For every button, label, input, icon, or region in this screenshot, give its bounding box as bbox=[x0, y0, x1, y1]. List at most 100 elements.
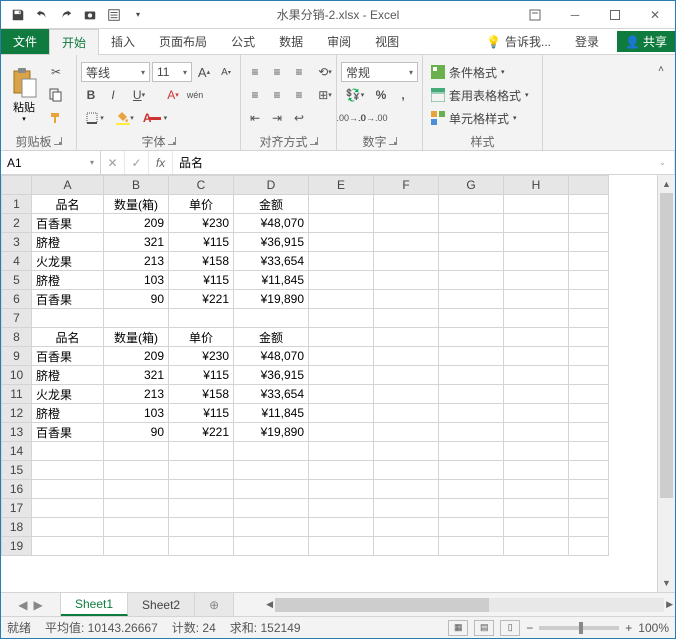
cell[interactable]: ¥36,915 bbox=[234, 366, 309, 385]
cut-icon[interactable]: ✂ bbox=[46, 62, 66, 82]
cell[interactable]: 脐橙 bbox=[32, 366, 104, 385]
cell[interactable] bbox=[104, 480, 169, 499]
fill-color-icon[interactable]: ▾ bbox=[111, 108, 139, 128]
cell[interactable]: 103 bbox=[104, 271, 169, 290]
cell[interactable]: 金额 bbox=[234, 195, 309, 214]
row-header[interactable]: 8 bbox=[2, 328, 32, 347]
cell[interactable] bbox=[504, 461, 569, 480]
align-dialog-icon[interactable] bbox=[310, 137, 318, 145]
tab-data[interactable]: 数据 bbox=[267, 29, 315, 54]
cell[interactable] bbox=[439, 347, 504, 366]
cell[interactable]: 金额 bbox=[234, 328, 309, 347]
cell[interactable] bbox=[439, 309, 504, 328]
cell[interactable] bbox=[374, 214, 439, 233]
tab-formulas[interactable]: 公式 bbox=[219, 29, 267, 54]
cell[interactable] bbox=[169, 461, 234, 480]
cell[interactable]: ¥115 bbox=[169, 366, 234, 385]
cell[interactable]: ¥11,845 bbox=[234, 271, 309, 290]
cell[interactable] bbox=[569, 404, 609, 423]
cell[interactable] bbox=[309, 290, 374, 309]
cell[interactable] bbox=[504, 309, 569, 328]
col-header[interactable]: D bbox=[234, 176, 309, 195]
add-sheet-button[interactable]: ⊕ bbox=[195, 593, 234, 616]
cell[interactable] bbox=[439, 423, 504, 442]
tab-next-icon[interactable]: ▶ bbox=[34, 598, 43, 612]
cell[interactable] bbox=[569, 499, 609, 518]
cell[interactable] bbox=[439, 366, 504, 385]
cell[interactable]: ¥115 bbox=[169, 233, 234, 252]
cell[interactable]: 209 bbox=[104, 347, 169, 366]
cell[interactable] bbox=[309, 423, 374, 442]
cell[interactable] bbox=[504, 290, 569, 309]
fx-icon[interactable]: fx bbox=[149, 151, 173, 174]
horizontal-scrollbar[interactable]: ◀ ▶ bbox=[264, 593, 675, 616]
cell[interactable] bbox=[504, 404, 569, 423]
cell[interactable] bbox=[374, 385, 439, 404]
save-icon[interactable] bbox=[7, 4, 29, 26]
cell[interactable] bbox=[309, 404, 374, 423]
tell-me[interactable]: 💡告诉我... bbox=[474, 33, 563, 50]
cell-styles-button[interactable]: 单元格样式▾ bbox=[427, 108, 533, 128]
cell[interactable] bbox=[374, 233, 439, 252]
clipboard-dialog-icon[interactable] bbox=[54, 137, 62, 145]
cell[interactable] bbox=[439, 385, 504, 404]
cell[interactable]: ¥158 bbox=[169, 385, 234, 404]
font-name-select[interactable]: 等线▾ bbox=[81, 62, 150, 82]
cell[interactable] bbox=[569, 309, 609, 328]
cell[interactable] bbox=[32, 442, 104, 461]
cell[interactable] bbox=[504, 518, 569, 537]
cell[interactable] bbox=[504, 328, 569, 347]
cell[interactable] bbox=[374, 328, 439, 347]
cell[interactable] bbox=[439, 499, 504, 518]
orientation-icon[interactable]: ⟲▾ bbox=[311, 62, 339, 82]
cell[interactable] bbox=[504, 480, 569, 499]
percent-icon[interactable]: % bbox=[371, 85, 391, 105]
row-header[interactable]: 4 bbox=[2, 252, 32, 271]
cell[interactable] bbox=[504, 271, 569, 290]
tab-view[interactable]: 视图 bbox=[363, 29, 411, 54]
page-break-icon[interactable]: ▯ bbox=[500, 620, 520, 636]
align-top-icon[interactable]: ≡ bbox=[245, 62, 265, 82]
cell[interactable] bbox=[309, 480, 374, 499]
cell[interactable]: 90 bbox=[104, 423, 169, 442]
cell[interactable] bbox=[569, 195, 609, 214]
row-header[interactable]: 10 bbox=[2, 366, 32, 385]
cell[interactable] bbox=[439, 233, 504, 252]
accounting-icon[interactable]: 💱▾ bbox=[341, 85, 369, 105]
italic-icon[interactable]: I bbox=[103, 85, 123, 105]
cell[interactable] bbox=[439, 461, 504, 480]
cell[interactable] bbox=[569, 366, 609, 385]
cell[interactable] bbox=[569, 290, 609, 309]
row-header[interactable]: 14 bbox=[2, 442, 32, 461]
cell[interactable] bbox=[374, 290, 439, 309]
tab-review[interactable]: 审阅 bbox=[315, 29, 363, 54]
conditional-format-button[interactable]: 条件格式▾ bbox=[427, 62, 533, 82]
cell[interactable]: 321 bbox=[104, 366, 169, 385]
cell[interactable]: 数量(箱) bbox=[104, 195, 169, 214]
cell[interactable] bbox=[169, 499, 234, 518]
cell[interactable]: 脐橙 bbox=[32, 271, 104, 290]
cell[interactable]: 脐橙 bbox=[32, 404, 104, 423]
cell[interactable] bbox=[309, 271, 374, 290]
cell[interactable] bbox=[32, 518, 104, 537]
cell[interactable] bbox=[104, 461, 169, 480]
cell[interactable]: 脐橙 bbox=[32, 233, 104, 252]
underline-icon[interactable]: U ▾ bbox=[125, 85, 153, 105]
cell[interactable]: ¥36,915 bbox=[234, 233, 309, 252]
row-header[interactable]: 6 bbox=[2, 290, 32, 309]
cell[interactable] bbox=[374, 195, 439, 214]
cell[interactable]: ¥230 bbox=[169, 347, 234, 366]
cell[interactable] bbox=[504, 347, 569, 366]
cell[interactable]: ¥115 bbox=[169, 404, 234, 423]
close-icon[interactable]: ✕ bbox=[635, 1, 675, 29]
paste-button[interactable]: 粘贴 ▾ bbox=[5, 58, 43, 132]
cell[interactable] bbox=[104, 537, 169, 556]
cell[interactable] bbox=[309, 499, 374, 518]
cell[interactable] bbox=[504, 252, 569, 271]
row-header[interactable]: 15 bbox=[2, 461, 32, 480]
cell[interactable] bbox=[309, 442, 374, 461]
col-header[interactable]: C bbox=[169, 176, 234, 195]
signin[interactable]: 登录 bbox=[563, 33, 611, 50]
vertical-scrollbar[interactable]: ▲ ▼ bbox=[657, 175, 675, 592]
cell[interactable] bbox=[439, 518, 504, 537]
